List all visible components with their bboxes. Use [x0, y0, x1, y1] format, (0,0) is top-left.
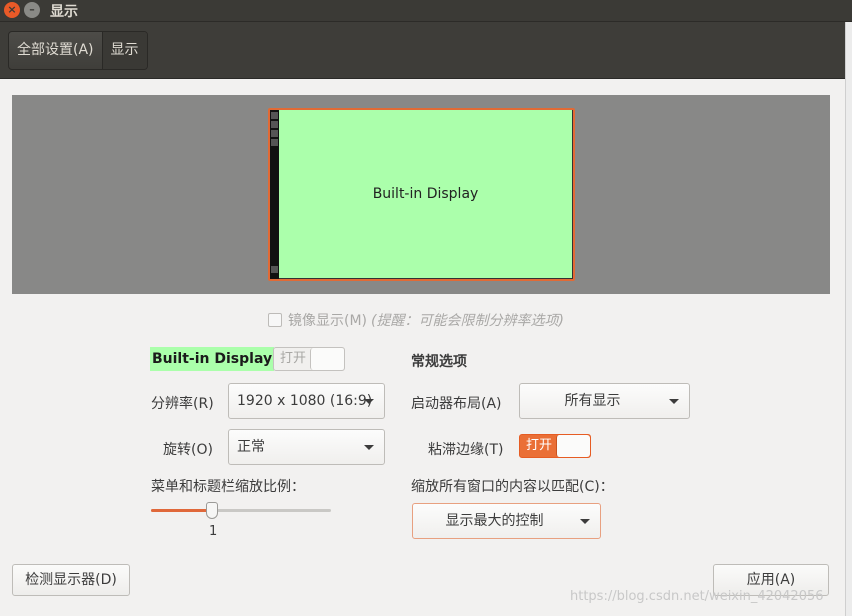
scale-slider[interactable] [151, 502, 331, 519]
sticky-edges-switch[interactable]: 打开 [519, 434, 591, 458]
monitor-preview-area: Built-in Display [12, 95, 830, 294]
close-icon[interactable]: × [4, 2, 20, 18]
sticky-edges-switch-text: 打开 [525, 438, 552, 453]
window-title: 显示 [50, 4, 78, 20]
title-bar: × – 显示 [0, 0, 852, 22]
resolution-label: 分辨率(R) [151, 396, 214, 412]
mirror-hint: (提醒：可能会限制分辨率选项) [371, 313, 564, 329]
scale-all-dropdown[interactable]: 显示最大的控制 [412, 503, 601, 539]
background-window-edge [845, 22, 852, 616]
all-settings-button[interactable]: 全部设置(A) [9, 32, 103, 69]
chevron-down-icon [580, 519, 590, 524]
display-settings-panel: Built-in Display 镜像显示(M) (提醒：可能会限制分辨率选项)… [0, 79, 845, 616]
chevron-down-icon [669, 399, 679, 404]
mirror-option[interactable]: 镜像显示(M) (提醒：可能会限制分辨率选项) [268, 310, 564, 330]
chevron-down-icon [364, 445, 374, 450]
scale-label: 菜单和标题栏缩放比例： [151, 479, 305, 495]
monitor-preview[interactable]: Built-in Display [268, 108, 575, 281]
scale-slider-handle[interactable] [206, 502, 219, 519]
mirror-label: 镜像显示(M) [288, 313, 368, 329]
general-options-heading: 常规选项 [411, 354, 467, 370]
mirror-checkbox[interactable] [268, 313, 282, 327]
switch-knob [556, 435, 590, 457]
watermark: https://blog.csdn.net/weixin_42042056 [570, 589, 824, 604]
breadcrumb-current[interactable]: 显示 [102, 32, 147, 69]
rotation-dropdown[interactable]: 正常 [228, 429, 385, 465]
display-power-switch-text: 打开 [279, 351, 306, 366]
minimize-icon[interactable]: – [24, 2, 40, 18]
launcher-placement-label: 启动器布局(A) [411, 396, 502, 412]
scale-all-value: 显示最大的控制 [445, 513, 544, 529]
switch-knob [310, 348, 344, 370]
toolbar: 全部设置(A) 显示 [0, 22, 852, 79]
sticky-edges-label: 粘滞边缘(T) [428, 442, 504, 458]
launcher-placement-dropdown[interactable]: 所有显示 [519, 383, 690, 419]
launcher-placement-value: 所有显示 [564, 393, 621, 409]
rotation-label: 旋转(O) [163, 442, 213, 458]
scale-all-label: 缩放所有窗口的内容以匹配(C)： [411, 479, 614, 495]
chevron-down-icon [364, 399, 374, 404]
scale-value: 1 [209, 524, 218, 539]
resolution-value: 1920 x 1080 (16:9) [237, 393, 373, 409]
resolution-dropdown[interactable]: 1920 x 1080 (16:9) [228, 383, 385, 419]
scale-slider-fill [151, 509, 213, 512]
rotation-value: 正常 [237, 439, 265, 455]
detect-displays-button[interactable]: 检测显示器(D) [12, 564, 130, 596]
display-power-switch[interactable]: 打开 [273, 347, 345, 371]
display-name: Built-in Display [150, 347, 275, 371]
launcher-preview [270, 110, 279, 279]
monitor-label: Built-in Display [279, 110, 573, 279]
breadcrumb: 全部设置(A) 显示 [8, 31, 148, 70]
